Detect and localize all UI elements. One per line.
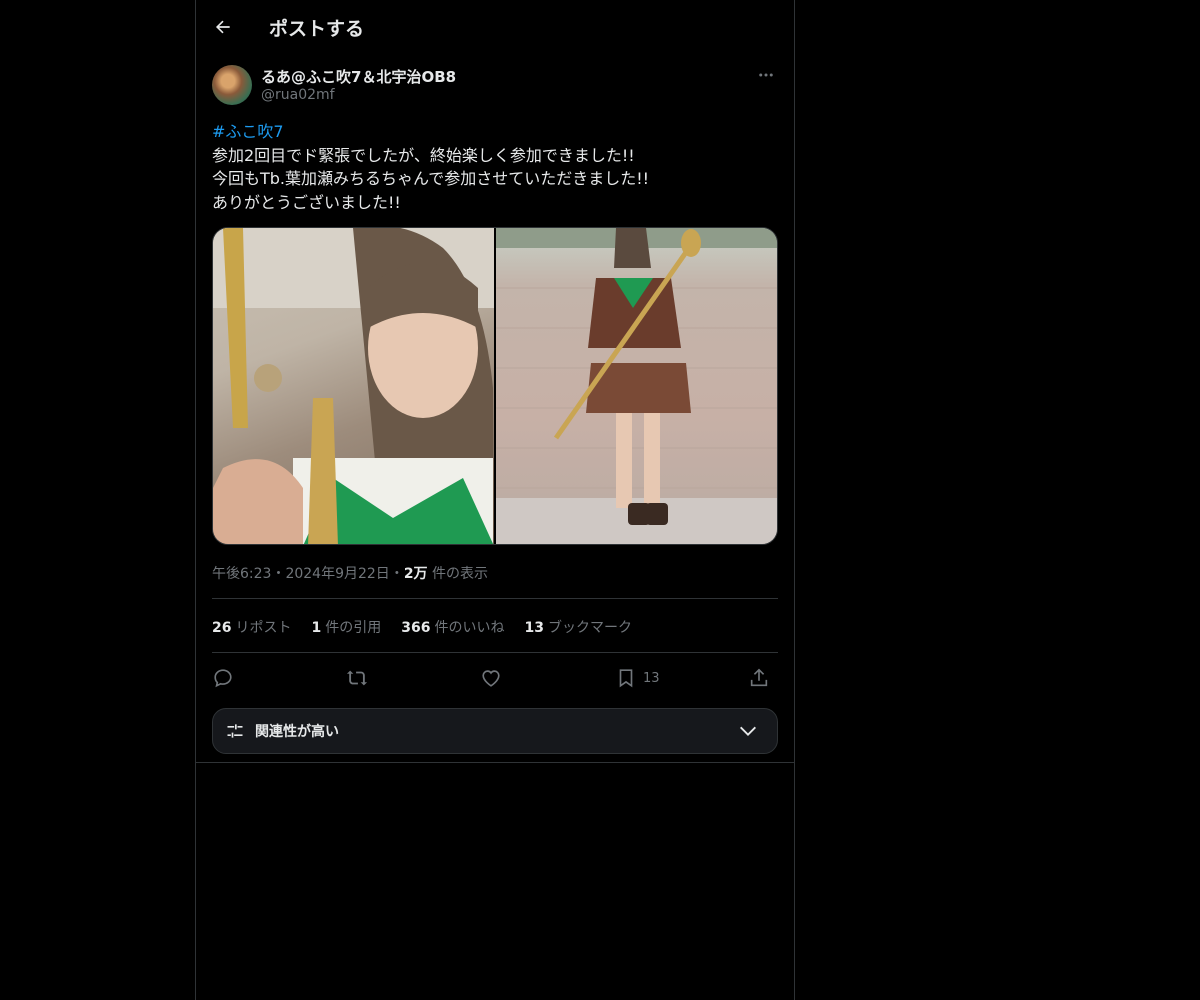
post-stats: 26 リポスト 1 件の引用 366 件のいいね 13 ブックマーク bbox=[212, 617, 778, 637]
stat-reposts[interactable]: 26 リポスト bbox=[212, 617, 291, 637]
stat-bookmarks[interactable]: 13 ブックマーク bbox=[524, 617, 631, 637]
reply-icon bbox=[214, 669, 232, 688]
reply-button[interactable] bbox=[212, 662, 234, 694]
post-date[interactable]: 2024年9月22日 bbox=[285, 566, 389, 582]
post-time[interactable]: 午後6:23 bbox=[212, 566, 271, 582]
author-name[interactable]: るあ@ふこ吹7＆北宇治OB8 bbox=[261, 66, 456, 87]
stat-quotes[interactable]: 1 件の引用 bbox=[311, 617, 381, 637]
page-title: ポストする bbox=[269, 17, 365, 40]
more-button[interactable] bbox=[754, 64, 778, 86]
hashtag-link[interactable]: #ふこ吹7 bbox=[212, 122, 284, 141]
share-icon bbox=[750, 668, 768, 687]
post-meta: 午後6:23・2024年9月22日・2万 件の表示 bbox=[212, 566, 489, 582]
sort-dropdown[interactable]: 関連性が高い bbox=[212, 708, 778, 754]
more-icon bbox=[759, 73, 773, 77]
chevron-down-icon bbox=[740, 726, 756, 736]
photo-selfie[interactable] bbox=[213, 228, 494, 544]
views-label: 件の表示 bbox=[432, 566, 489, 582]
author-handle[interactable]: @rua02mf bbox=[261, 87, 335, 103]
divider bbox=[196, 762, 794, 763]
photo-full-body[interactable] bbox=[496, 228, 777, 544]
divider bbox=[212, 652, 778, 653]
avatar[interactable] bbox=[212, 65, 252, 105]
like-button[interactable] bbox=[480, 662, 502, 694]
post-line: 今回もTb.葉加瀬みちるちゃんで参加させていただきました!! bbox=[212, 169, 650, 188]
bookmark-icon bbox=[619, 669, 633, 688]
action-bar: 13 bbox=[212, 662, 778, 694]
back-button[interactable] bbox=[206, 10, 240, 44]
post-media bbox=[212, 227, 778, 545]
repost-icon bbox=[346, 670, 368, 686]
bookmark-count: 13 bbox=[643, 670, 660, 686]
post-author: るあ@ふこ吹7＆北宇治OB8 @rua02mf bbox=[212, 64, 778, 108]
repost-button[interactable] bbox=[345, 662, 369, 694]
share-button[interactable] bbox=[748, 662, 770, 694]
timeline-column: ポストする るあ@ふこ吹7＆北宇治OB8 @rua02mf #ふこ吹7 参加2回… bbox=[195, 0, 795, 1000]
like-icon bbox=[482, 670, 500, 687]
post-text: #ふこ吹7 参加2回目でド緊張でしたが、終始楽しく参加できました!! 今回もTb… bbox=[212, 120, 778, 214]
bookmark-button[interactable]: 13 bbox=[615, 662, 660, 694]
back-arrow-icon bbox=[215, 20, 230, 34]
post-line: ありがとうございました!! bbox=[212, 192, 401, 212]
sliders-icon bbox=[227, 724, 243, 738]
views-count: 2万 bbox=[403, 566, 428, 582]
page-header: ポストする bbox=[196, 0, 794, 54]
stat-likes[interactable]: 366 件のいいね bbox=[401, 617, 504, 637]
sort-label: 関連性が高い bbox=[255, 724, 339, 740]
post-line: 参加2回目でド緊張でしたが、終始楽しく参加できました!! bbox=[212, 145, 635, 165]
divider bbox=[212, 598, 778, 599]
